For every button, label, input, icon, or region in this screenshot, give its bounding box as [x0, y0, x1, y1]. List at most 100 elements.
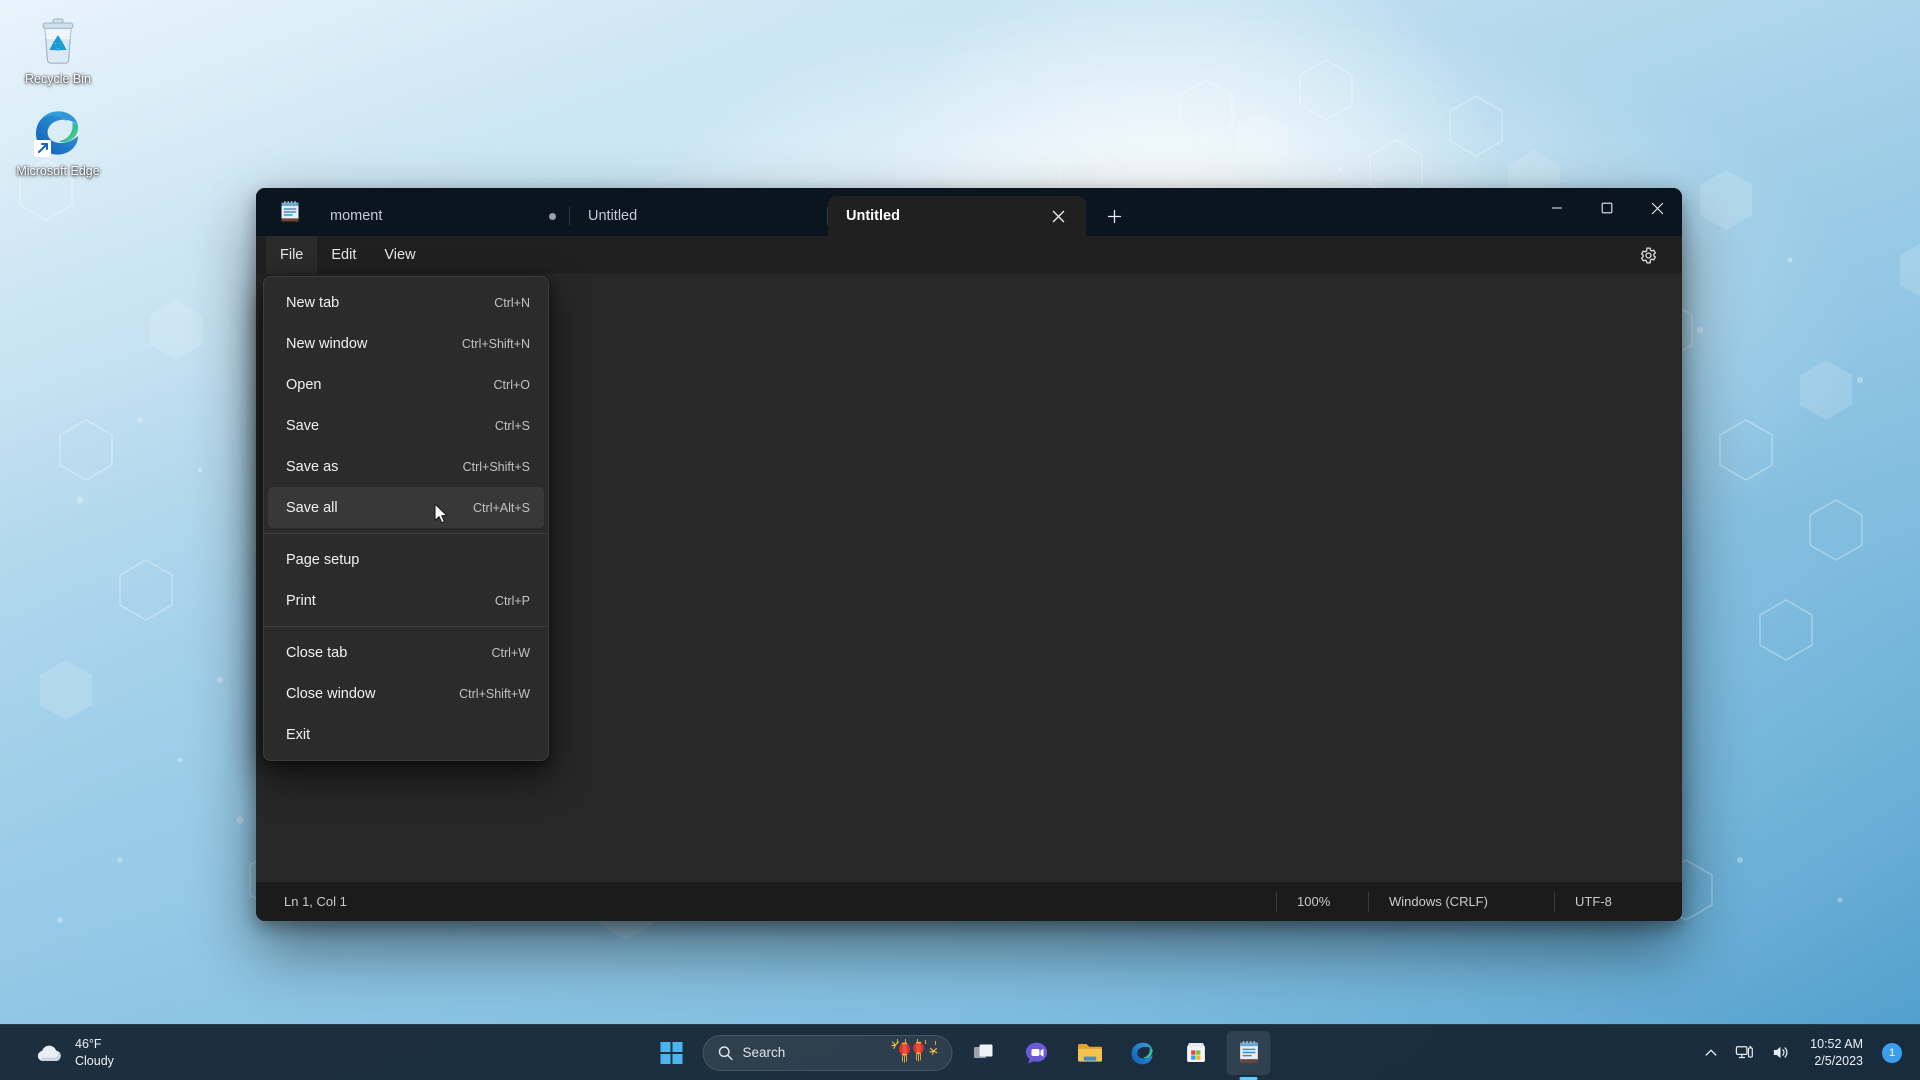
plus-icon — [1107, 209, 1121, 223]
taskbar: 46°F Cloudy Search 10:52 AM 2/5/2023 1 — [0, 1024, 1920, 1080]
menu-item-label: Exit — [286, 726, 311, 743]
lanterns-icon — [891, 1038, 938, 1063]
clock-date: 2/5/2023 — [1814, 1053, 1863, 1068]
menu-item-open[interactable]: Open Ctrl+O — [268, 364, 544, 405]
menu-item-label: Open — [286, 376, 322, 393]
menu-item-shortcut: Ctrl+Shift+S — [462, 459, 530, 474]
start-button[interactable] — [650, 1031, 694, 1075]
status-bar: Ln 1, Col 1 100% Windows (CRLF) UTF-8 — [256, 881, 1682, 921]
volume-button[interactable] — [1764, 1031, 1797, 1075]
menu-item-save[interactable]: Save Ctrl+S — [268, 405, 544, 446]
menu-item-new-window[interactable]: New window Ctrl+Shift+N — [268, 323, 544, 364]
menu-item-new-tab[interactable]: New tab Ctrl+N — [268, 282, 544, 323]
close-tab-button[interactable] — [1044, 202, 1072, 230]
menu-item-save-as[interactable]: Save as Ctrl+Shift+S — [268, 446, 544, 487]
status-zoom-level[interactable]: 100% — [1276, 891, 1368, 912]
recycle-bin-icon — [8, 14, 108, 66]
menu-item-label: Save all — [286, 499, 338, 516]
chevron-up-icon — [1705, 1049, 1717, 1056]
minimize-icon — [1552, 207, 1562, 209]
search-icon — [718, 1045, 733, 1060]
search-box[interactable]: Search — [702, 1034, 953, 1071]
weather-condition: Cloudy — [75, 1053, 114, 1068]
store-icon — [1186, 1043, 1205, 1062]
menu-file-label: File — [280, 247, 304, 263]
menu-item-shortcut: Ctrl+O — [493, 377, 530, 392]
gear-icon — [1640, 246, 1656, 264]
network-button[interactable] — [1728, 1031, 1761, 1075]
menu-item-label: Close tab — [286, 644, 348, 661]
title-bar[interactable]: moment Untitled Untitled — [256, 188, 1682, 236]
menu-item-shortcut: Ctrl+Shift+W — [459, 686, 530, 701]
menu-item-label: Close window — [286, 685, 376, 702]
notification-badge[interactable]: 1 — [1882, 1042, 1902, 1063]
taskbar-item-task-view[interactable] — [962, 1031, 1006, 1075]
menu-separator — [264, 626, 548, 627]
folder-icon — [1077, 1043, 1102, 1062]
weather-text: 46°F Cloudy — [75, 1036, 114, 1069]
menu-item-label: New tab — [286, 294, 340, 311]
menu-item-shortcut: Ctrl+S — [494, 418, 530, 433]
network-icon — [1735, 1045, 1754, 1059]
minimize-button[interactable] — [1532, 188, 1582, 228]
status-encoding[interactable]: UTF-8 — [1554, 891, 1682, 912]
tab-moment[interactable]: moment — [312, 196, 570, 236]
taskbar-item-file-explorer[interactable] — [1068, 1031, 1112, 1075]
tab-untitled-1[interactable]: Untitled — [570, 196, 828, 236]
windows-logo-icon — [660, 1041, 683, 1064]
weather-temperature: 46°F — [75, 1037, 102, 1051]
settings-button[interactable] — [1632, 239, 1664, 271]
system-tray: 10:52 AM 2/5/2023 1 — [1697, 1031, 1906, 1075]
menu-item-page-setup[interactable]: Page setup — [268, 539, 544, 580]
desktop-icon-label: Recycle Bin — [25, 72, 91, 86]
menu-file[interactable]: File — [266, 236, 318, 274]
menu-item-shortcut: Ctrl+P — [494, 593, 530, 608]
menu-item-label: Print — [286, 592, 316, 609]
close-icon — [1651, 202, 1663, 214]
close-window-button[interactable] — [1632, 188, 1682, 228]
menu-item-label: Save as — [286, 458, 339, 475]
menu-item-shortcut: Ctrl+Shift+N — [461, 336, 530, 351]
window-controls — [1532, 188, 1682, 236]
taskbar-item-notepad[interactable] — [1226, 1030, 1271, 1075]
show-hidden-icons-button[interactable] — [1697, 1031, 1725, 1075]
desktop-icon-microsoft-edge[interactable]: Microsoft Edge — [8, 106, 108, 179]
menu-view[interactable]: View — [370, 236, 429, 274]
taskbar-item-microsoft-edge[interactable] — [1121, 1031, 1165, 1075]
clock-widget[interactable]: 10:52 AM 2/5/2023 — [1800, 1031, 1873, 1075]
tab-title: Untitled — [846, 208, 900, 224]
menu-item-label: New window — [286, 335, 368, 352]
maximize-button[interactable] — [1582, 188, 1632, 228]
menu-item-exit[interactable]: Exit — [268, 714, 544, 755]
weather-widget[interactable]: 46°F Cloudy — [24, 1031, 124, 1075]
file-dropdown-menu: New tab Ctrl+N New window Ctrl+Shift+N O… — [263, 276, 549, 761]
menu-item-close-tab[interactable]: Close tab Ctrl+W — [268, 632, 544, 673]
notepad-icon — [278, 200, 302, 224]
status-line-ending[interactable]: Windows (CRLF) — [1368, 891, 1554, 912]
menu-edit[interactable]: Edit — [317, 236, 370, 274]
notepad-icon — [1239, 1041, 1258, 1063]
menu-item-shortcut: Ctrl+W — [491, 645, 530, 660]
chat-video-icon — [1025, 1042, 1048, 1063]
menu-item-save-all[interactable]: Save all Ctrl+Alt+S — [268, 487, 544, 528]
taskbar-center-group: Search — [650, 1030, 1271, 1075]
edge-icon — [1131, 1042, 1153, 1064]
tab-title: Untitled — [588, 208, 638, 224]
menu-bar: File Edit View — [256, 236, 1682, 274]
taskbar-item-microsoft-store[interactable] — [1174, 1031, 1218, 1075]
new-tab-button[interactable] — [1096, 199, 1132, 233]
menu-item-shortcut: Ctrl+Alt+S — [473, 500, 530, 515]
desktop-icon-recycle-bin[interactable]: Recycle Bin — [8, 14, 108, 87]
unsaved-changes-dot — [549, 212, 556, 220]
menu-item-close-window[interactable]: Close window Ctrl+Shift+W — [268, 673, 544, 714]
menu-item-shortcut: Ctrl+N — [494, 295, 530, 310]
tab-untitled-2-active[interactable]: Untitled — [828, 196, 1086, 236]
tab-strip: moment Untitled Untitled — [312, 188, 1532, 236]
taskbar-item-chat[interactable] — [1015, 1031, 1059, 1075]
menu-item-label: Page setup — [286, 551, 360, 568]
task-view-icon — [974, 1044, 993, 1058]
volume-icon — [1774, 1046, 1788, 1059]
menu-item-print[interactable]: Print Ctrl+P — [268, 580, 544, 621]
cloud-icon — [37, 1045, 61, 1061]
menu-view-label: View — [384, 247, 416, 263]
